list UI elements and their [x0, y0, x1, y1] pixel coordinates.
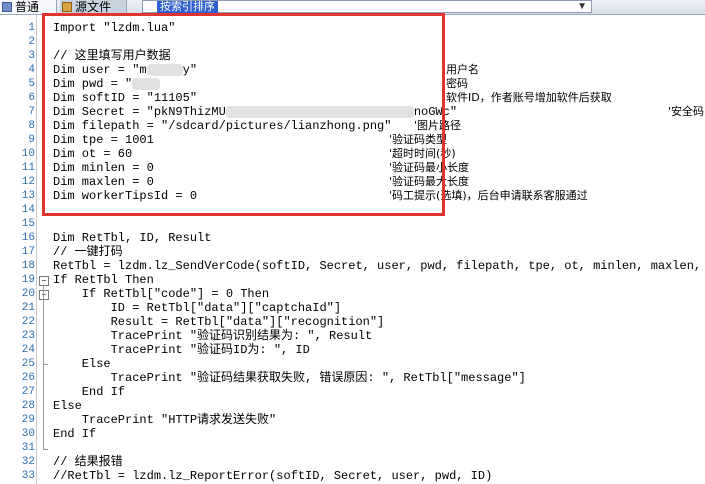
chevron-down-icon[interactable]: ▼ — [577, 0, 587, 14]
line-number: 3 — [28, 50, 35, 62]
code-comment-line: // 这里填写用户数据 — [53, 49, 171, 63]
trailing-comment: '超时时间(秒) — [389, 147, 456, 160]
code-line: Dim minlen = 0 — [53, 161, 154, 175]
line-number: 23 — [21, 330, 35, 342]
redacted-blur — [146, 63, 183, 76]
code-comment-line: // 一键打码 — [53, 245, 123, 259]
code-line: If RetTbl Then — [53, 273, 154, 287]
sort-combobox[interactable]: 按索引排序 ▼ — [142, 0, 592, 13]
trailing-comment: '用户名 — [443, 63, 480, 76]
line-number: 30 — [21, 428, 35, 440]
code-comment-line: //RetTbl = lzdm.lz_ReportError(softID, S… — [53, 469, 493, 483]
line-number: 7 — [28, 106, 35, 118]
file-icon — [62, 2, 72, 12]
line-number: 17 — [21, 246, 35, 258]
code-line: TracePrint "验证码ID为: ", ID — [53, 343, 310, 357]
code-line: TracePrint "验证码结果获取失败, 错误原因: ", RetTbl["… — [53, 371, 526, 385]
minus-box-icon[interactable]: − — [39, 276, 49, 286]
code-editor[interactable]: 1 2 3 4 5 6 7 8 9 10 11 12 13 14 15 16 1… — [0, 15, 705, 484]
trailing-comment: '图片路径 — [414, 119, 462, 132]
line-number: 29 — [21, 414, 35, 426]
line-number: 21 — [21, 302, 35, 314]
tab-source-file[interactable]: 源文件 — [60, 0, 127, 14]
code-line: If RetTbl["code"] = 0 Then — [53, 287, 270, 301]
line-number: 20 — [21, 288, 35, 300]
line-number: 14 — [21, 204, 35, 216]
code-line: Dim Secret = "pkN9ThizMU noGWc" — [53, 105, 458, 119]
line-number: 5 — [28, 78, 35, 90]
code-line: Dim workerTipsId = 0 — [53, 189, 198, 203]
sort-combobox-value: 按索引排序 — [157, 1, 218, 13]
code-comment-line: // 结果报错 — [53, 455, 123, 469]
line-number: 6 — [28, 92, 35, 104]
code-line: Dim filepath = "/sdcard/pictures/lianzho… — [53, 119, 392, 133]
code-line: RetTbl = lzdm.lz_SendVerCode(softID, Sec… — [53, 259, 705, 273]
code-line: Dim pwd = " — [53, 77, 161, 91]
editor-tab-bar: 普通 源文件 按索引排序 ▼ — [0, 0, 705, 15]
tab-source-label: 源文件 — [75, 0, 112, 14]
code-line: ID = RetTbl["data"]["captchaId"] — [53, 301, 342, 315]
code-line: Dim ot = 60 — [53, 147, 133, 161]
line-number: 11 — [21, 162, 35, 174]
code-line: End If — [53, 427, 97, 441]
trailing-comment: '验证码最小长度 — [389, 161, 470, 174]
code-line: Dim softID = "11105" — [53, 91, 198, 105]
minus-box-icon[interactable]: − — [39, 290, 49, 300]
line-number: 13 — [21, 190, 35, 202]
line-number: 27 — [21, 386, 35, 398]
trailing-comment: '验证码最大长度 — [389, 175, 470, 188]
code-line: End If — [53, 385, 126, 399]
line-number: 2 — [28, 36, 35, 48]
line-number: 8 — [28, 120, 35, 132]
line-number: 26 — [21, 372, 35, 384]
line-number: 15 — [21, 218, 35, 230]
code-line: Dim RetTbl, ID, Result — [53, 231, 212, 245]
code-line: TracePrint "验证码识别结果为: ", Result — [53, 329, 373, 343]
code-line: Import "lzdm.lua" — [53, 21, 176, 35]
line-number: 16 — [21, 232, 35, 244]
line-number: 4 — [28, 64, 35, 76]
page-icon — [2, 2, 12, 12]
line-number: 12 — [21, 176, 35, 188]
tab-normal-label: 普通 — [15, 0, 40, 14]
code-line: Else — [53, 357, 111, 371]
redacted-blur — [132, 77, 161, 90]
line-number: 33 — [21, 470, 35, 482]
line-number: 31 — [21, 442, 35, 454]
line-number: 22 — [21, 316, 35, 328]
line-number: 24 — [21, 344, 35, 356]
fold-guide-line — [43, 286, 44, 450]
redacted-blur — [225, 105, 414, 118]
code-line: Else — [53, 399, 82, 413]
line-number: 32 — [21, 456, 35, 468]
tab-normal[interactable]: 普通 — [0, 0, 57, 14]
trailing-comment: '码工提示(选填)，后台申请联系客服通过 — [389, 189, 588, 202]
line-number: 1 — [28, 22, 35, 34]
trailing-comment: '安全码 — [668, 105, 705, 118]
fold-guide-end — [43, 449, 48, 450]
line-number: 18 — [21, 260, 35, 272]
fold-guide-end — [43, 364, 48, 365]
code-line: Dim user = "m y" — [53, 63, 198, 77]
line-number: 25 — [21, 358, 35, 370]
trailing-comment: '软件ID，作者账号增加软件后获取 — [443, 91, 612, 104]
code-line: TracePrint "HTTP请求发送失败" — [53, 413, 277, 427]
code-line: Dim tpe = 1001 — [53, 133, 154, 147]
line-number: 10 — [21, 148, 35, 160]
code-line: Dim maxlen = 0 — [53, 175, 154, 189]
trailing-comment: '验证码类型 — [389, 133, 448, 146]
line-number: 28 — [21, 400, 35, 412]
trailing-comment: '密码 — [443, 77, 469, 90]
line-number-gutter: 1 2 3 4 5 6 7 8 9 10 11 12 13 14 15 16 1… — [0, 15, 37, 484]
line-number: 19 — [21, 274, 35, 286]
line-number: 9 — [28, 134, 35, 146]
code-line: Result = RetTbl["data"]["recognition"] — [53, 315, 385, 329]
